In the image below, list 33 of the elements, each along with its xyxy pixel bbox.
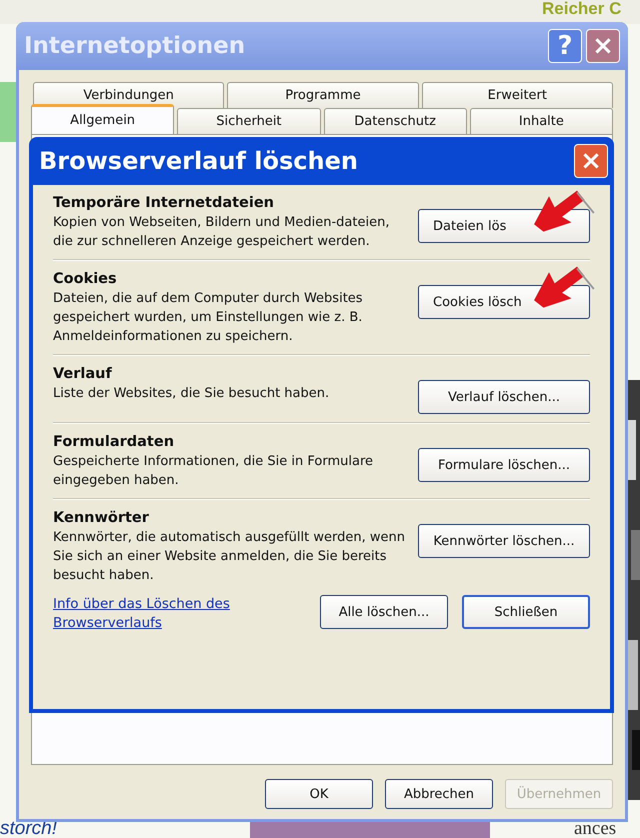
tab[interactable]: Allgemein [31, 104, 174, 134]
web-page-text: Reicher C [542, 0, 622, 18]
tab[interactable]: Datenschutz [324, 108, 467, 134]
delete-button[interactable]: Dateien lös [418, 209, 590, 243]
section-description: Kopien von Webseiten, Bildern und Medien-dateien, die zur schnelleren Anzeige gespeichert werden. [53, 214, 390, 251]
dialog-button[interactable]: Alle löschen... [320, 595, 448, 629]
dialog-button[interactable]: Schließen [462, 595, 590, 629]
delete-button[interactable]: Kennwörter löschen... [418, 524, 590, 558]
web-page-text: ances [574, 818, 616, 838]
dialog-title: Browserverlauf löschen [39, 147, 358, 175]
section-heading: Verlauf [53, 365, 113, 384]
help-button[interactable]: ? [548, 29, 582, 63]
delete-button[interactable]: Formulare löschen... [418, 448, 590, 482]
tab[interactable]: Erweitert [422, 82, 613, 108]
section-description: Gespeicherte Informationen, die Sie in Formulare eingegeben haben. [53, 453, 374, 490]
section-heading: Kennwörter [53, 509, 150, 528]
dialog-button[interactable]: OK [265, 779, 373, 809]
delete-button[interactable]: Cookies lösch [418, 285, 590, 319]
section-description: Liste der Websites, die Sie besucht haben. [53, 385, 330, 403]
section-description: Kennwörter, die automatisch ausgefüllt werden, wenn Sie sich an einer Website anmelden, die Sie bereits besucht haben. [53, 529, 406, 585]
tab[interactable]: Inhalte [470, 108, 613, 134]
section-heading: Cookies [53, 270, 118, 289]
dialog-button[interactable]: Abbrechen [385, 779, 493, 809]
info-link[interactable]: Info über das Löschen des Browserverlaufs [53, 595, 293, 633]
section-heading: Formulardaten [53, 433, 176, 452]
window-title: Internetoptionen [24, 33, 246, 59]
section-description: Dateien, die auf dem Computer durch Websites gespeichert wurden, um Einstellungen wie z. B. Anmeldeinformationen zu speichern. [53, 290, 364, 346]
close-button[interactable]: × [574, 144, 608, 178]
tab[interactable]: Sicherheit [177, 108, 320, 134]
web-page-text: storch! [0, 818, 58, 838]
section-heading: Temporäre Internetdateien [53, 194, 275, 213]
delete-button[interactable]: Verlauf löschen... [418, 380, 590, 414]
tab[interactable]: Programme [227, 82, 419, 108]
